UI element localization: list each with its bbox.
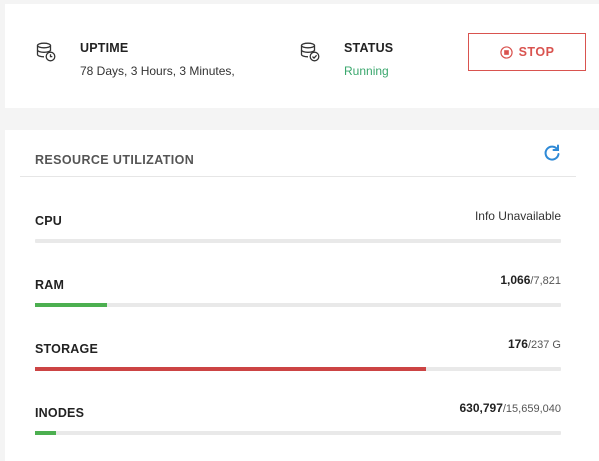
storage-usage-bar xyxy=(35,367,561,371)
storage-usage-fill xyxy=(35,367,426,371)
stop-button[interactable]: STOP xyxy=(468,33,586,71)
status-value: Running xyxy=(344,64,389,78)
stop-circle-icon xyxy=(499,45,513,59)
status-card: UPTIME 78 Days, 3 Hours, 3 Minutes, STAT… xyxy=(5,4,599,108)
divider xyxy=(20,176,576,177)
resource-utilization-card: RESOURCE UTILIZATION CPU Info Unavailabl… xyxy=(5,130,599,461)
uptime-value: 78 Days, 3 Hours, 3 Minutes, xyxy=(80,64,235,78)
database-check-icon xyxy=(299,41,321,63)
ram-usage-fill xyxy=(35,303,107,307)
ram-usage-bar xyxy=(35,303,561,307)
inodes-total: /15,659,040 xyxy=(502,403,561,415)
inodes-used: 630,797 xyxy=(459,401,503,415)
storage-total: /237 G xyxy=(527,339,561,351)
cpu-info-text: Info Unavailable xyxy=(474,209,561,223)
ram-value: 1,066/7,821 xyxy=(500,273,561,287)
resource-utilization-title: RESOURCE UTILIZATION xyxy=(35,153,195,167)
database-clock-icon xyxy=(35,41,57,63)
uptime-label: UPTIME xyxy=(80,41,129,55)
cpu-value: Info Unavailable xyxy=(475,209,561,223)
inodes-usage-bar xyxy=(35,431,561,435)
refresh-icon[interactable] xyxy=(542,143,562,163)
inodes-value: 630,797/15,659,040 xyxy=(459,401,561,415)
ram-label: RAM xyxy=(35,278,65,292)
inodes-label: INODES xyxy=(35,406,85,420)
cpu-usage-bar xyxy=(35,239,561,243)
storage-label: STORAGE xyxy=(35,342,98,356)
ram-total: /7,821 xyxy=(530,275,561,287)
cpu-label: CPU xyxy=(35,214,62,228)
stop-button-label: STOP xyxy=(518,45,555,59)
storage-used: 176 xyxy=(507,337,528,351)
inodes-usage-fill xyxy=(35,431,57,435)
ram-used: 1,066 xyxy=(500,273,531,287)
storage-value: 176/237 G xyxy=(508,337,561,351)
status-label: STATUS xyxy=(344,41,394,55)
